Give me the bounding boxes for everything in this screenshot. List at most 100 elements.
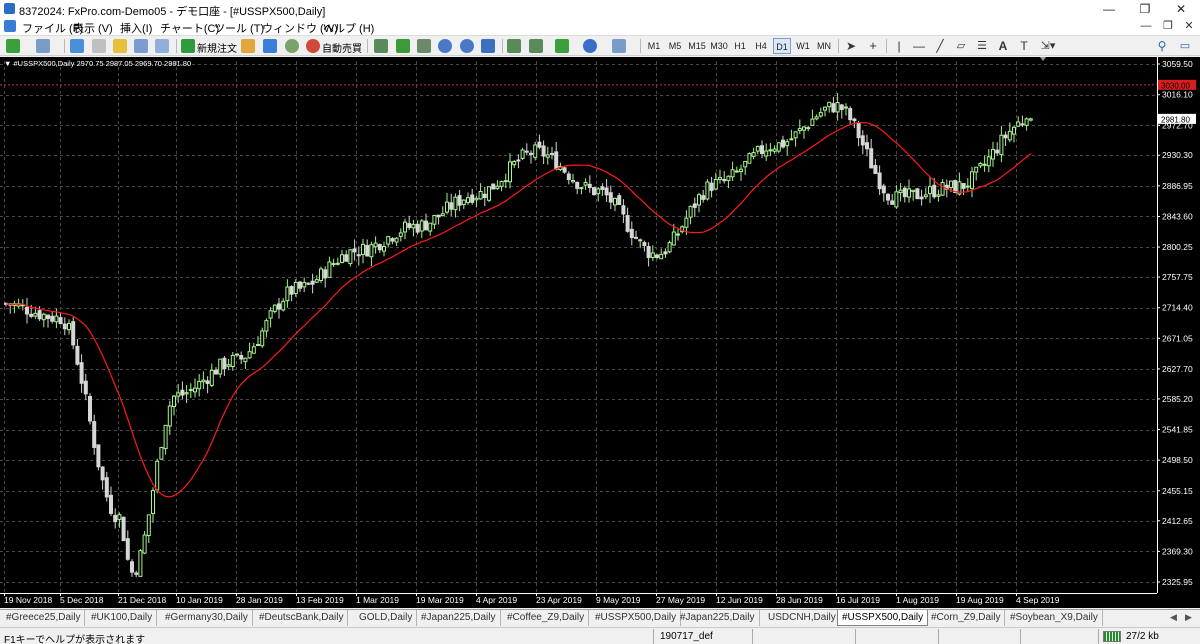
app-icon (4, 3, 15, 14)
horizontal-line-icon[interactable]: — (911, 38, 927, 54)
tab-uk100-daily[interactable]: #UK100,Daily (87, 610, 158, 626)
timeframe-d1[interactable]: D1 (773, 38, 791, 54)
periods-icon[interactable] (583, 39, 597, 53)
tab-usspx500-daily-active[interactable]: #USSPX500,Daily (837, 610, 929, 626)
new-order-icon[interactable] (181, 39, 195, 53)
candlestick-icon[interactable] (396, 39, 410, 53)
tab-usdcnh-daily[interactable]: USDCNH,Daily (764, 610, 841, 626)
new-chart-icon[interactable] (6, 39, 20, 53)
fibonacci-icon[interactable]: ☰ (974, 38, 990, 54)
timeframe-h1[interactable]: H1 (731, 38, 749, 54)
menu-chart[interactable]: チャート(C) (160, 20, 219, 36)
tab-germany30-daily[interactable]: #Germany30,Daily (161, 610, 253, 626)
tab-scroll-right-icon[interactable]: ▶ (1185, 612, 1192, 623)
channel-icon[interactable]: ▱ (953, 38, 969, 54)
chart-shift-icon[interactable] (529, 39, 543, 53)
candle-body (776, 142, 781, 152)
profiles-icon[interactable] (36, 39, 50, 53)
tab-deutscbank-daily[interactable]: #DeutscBank,Daily (255, 610, 349, 626)
chart-restore-button[interactable]: ❐ (1160, 18, 1176, 35)
timeframe-h4[interactable]: H4 (752, 38, 770, 54)
line-chart-icon[interactable] (417, 39, 431, 53)
trendline-icon[interactable]: ╱ (932, 38, 948, 54)
bull-candle (705, 179, 710, 201)
signals-icon[interactable] (285, 39, 299, 53)
timeframe-mn[interactable]: MN (815, 38, 833, 54)
maximize-button[interactable]: ❐ (1127, 0, 1163, 18)
tab-scroll-left-icon[interactable]: ◀ (1170, 612, 1177, 623)
y-tick-label: 2498.50 (1162, 455, 1193, 465)
timeframe-w1[interactable]: W1 (794, 38, 812, 54)
market-icon[interactable] (263, 39, 277, 53)
tab-japan225-daily-2[interactable]: #Japan225,Daily (676, 610, 760, 626)
menu-insert[interactable]: 挿入(I) (120, 20, 152, 36)
candle-body (915, 188, 920, 200)
candle-body (751, 152, 756, 157)
timeframe-m5[interactable]: M5 (666, 38, 684, 54)
candle-body (436, 214, 441, 218)
search-icon[interactable]: ⚲ (1155, 38, 1169, 54)
arrows-icon[interactable]: ⇲▾ (1037, 38, 1059, 54)
tab-gold-daily[interactable]: GOLD,Daily (355, 610, 418, 626)
cursor-icon[interactable]: ➤ (843, 38, 859, 54)
tile-windows-icon[interactable] (481, 39, 495, 53)
candle-body (71, 321, 76, 346)
timeframe-m30[interactable]: M30 (709, 38, 729, 54)
metaeditor-icon[interactable] (241, 39, 255, 53)
tab-soybean-x9-daily[interactable]: #Soybean_X9,Daily (1006, 610, 1103, 626)
y-tick-label: 2412.65 (1162, 516, 1193, 526)
candle-body (823, 106, 827, 111)
zoom-out-icon[interactable] (460, 39, 474, 53)
menu-view[interactable]: 表示 (V) (73, 20, 113, 36)
autoscroll-icon[interactable] (507, 39, 521, 53)
tab-greece25-daily[interactable]: #Greece25,Daily (2, 610, 86, 626)
bear-candle (915, 187, 920, 200)
zoom-in-icon[interactable] (438, 39, 452, 53)
candle-body (67, 323, 71, 331)
tester-icon[interactable] (155, 39, 169, 53)
market-watch-icon[interactable] (70, 39, 84, 53)
candle-body (667, 242, 672, 253)
text-label-icon[interactable]: T (1016, 38, 1032, 54)
chart-canvas[interactable]: 3059.503016.102972.702930.302886.952843.… (0, 57, 1200, 608)
timeframe-m1[interactable]: M1 (645, 38, 663, 54)
price-chart[interactable]: 3059.50 3016.10 2972.70 2930.30 2886.95 2843.… (0, 57, 1200, 608)
navigator-icon[interactable] (113, 39, 127, 53)
candle-body (365, 245, 370, 257)
data-window-icon[interactable] (92, 39, 106, 53)
candle-body (970, 171, 974, 189)
indicators-icon[interactable] (555, 39, 569, 53)
chart-minimize-button[interactable]: — (1138, 18, 1154, 35)
chat-icon[interactable]: ▭ (1178, 38, 1192, 54)
tab-japan225-daily[interactable]: #Japan225,Daily (417, 610, 501, 626)
minimize-button[interactable]: — (1091, 0, 1127, 18)
candle-body (562, 167, 567, 173)
new-order-button[interactable]: 新規注文 (197, 40, 237, 55)
candle-body (709, 182, 714, 191)
vertical-line-icon[interactable]: | (891, 38, 907, 54)
autotrade-button[interactable]: 自動売買 (322, 40, 362, 55)
candle-body (92, 421, 97, 448)
timeframe-m15[interactable]: M15 (687, 38, 707, 54)
tab-coffee-z9-daily[interactable]: #Coffee_Z9,Daily (503, 610, 590, 626)
templates-icon[interactable] (612, 39, 626, 53)
y-tick-label: 2627.70 (1162, 364, 1193, 374)
candle-body (659, 253, 664, 260)
chart-tabs: #Greece25,Daily #UK100,Daily #Germany30,… (0, 609, 1200, 626)
bar-chart-icon[interactable] (374, 39, 388, 53)
x-tick-label: 19 Nov 2018 (4, 595, 52, 605)
close-button[interactable]: ✕ (1163, 0, 1199, 18)
menu-help[interactable]: ヘルプ (H) (323, 20, 374, 36)
autotrade-icon[interactable] (306, 39, 320, 53)
terminal-icon[interactable] (134, 39, 148, 53)
chart-close-button[interactable]: ✕ (1181, 18, 1197, 35)
chart-background (0, 57, 1200, 608)
crosshair-icon[interactable]: + (865, 38, 881, 54)
menu-tools[interactable]: ツール (T) (214, 20, 264, 36)
tab-usspx500-daily[interactable]: #USSPX500,Daily (591, 610, 682, 626)
mt4-application: 8372024: FxPro.com-Demo05 - デモ口座 - [#USS… (0, 0, 1200, 644)
tab-corn-z9-daily[interactable]: #Corn_Z9,Daily (927, 610, 1006, 626)
candle-body (58, 317, 63, 325)
x-tick-label: 28 Jan 2019 (236, 595, 283, 605)
text-icon[interactable]: A (995, 38, 1011, 54)
